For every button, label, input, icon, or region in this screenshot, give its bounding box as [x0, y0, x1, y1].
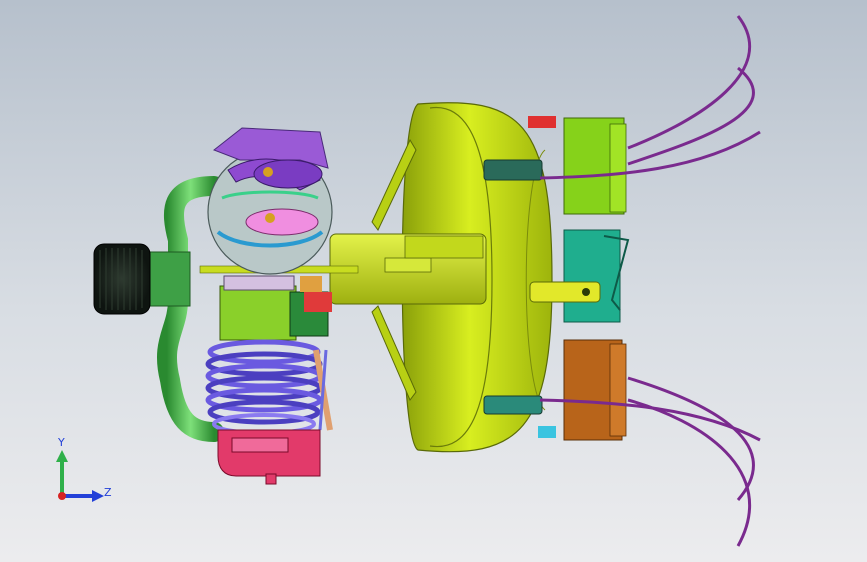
crank-case[interactable]: [207, 127, 333, 275]
cylinder-head[interactable]: [217, 429, 321, 485]
engine-assembly-model[interactable]: [0, 0, 867, 562]
air-filter[interactable]: [93, 243, 151, 315]
cad-viewport[interactable]: Y Z: [0, 0, 867, 562]
triad-axes: [56, 450, 104, 502]
intake-pipe[interactable]: [149, 176, 224, 442]
triad-z-label: Z: [104, 486, 112, 499]
orientation-triad: Y Z: [44, 436, 124, 516]
cylinder-block[interactable]: [219, 275, 332, 341]
cooling-fins[interactable]: [205, 339, 333, 435]
triad-y-label: Y: [58, 436, 65, 449]
